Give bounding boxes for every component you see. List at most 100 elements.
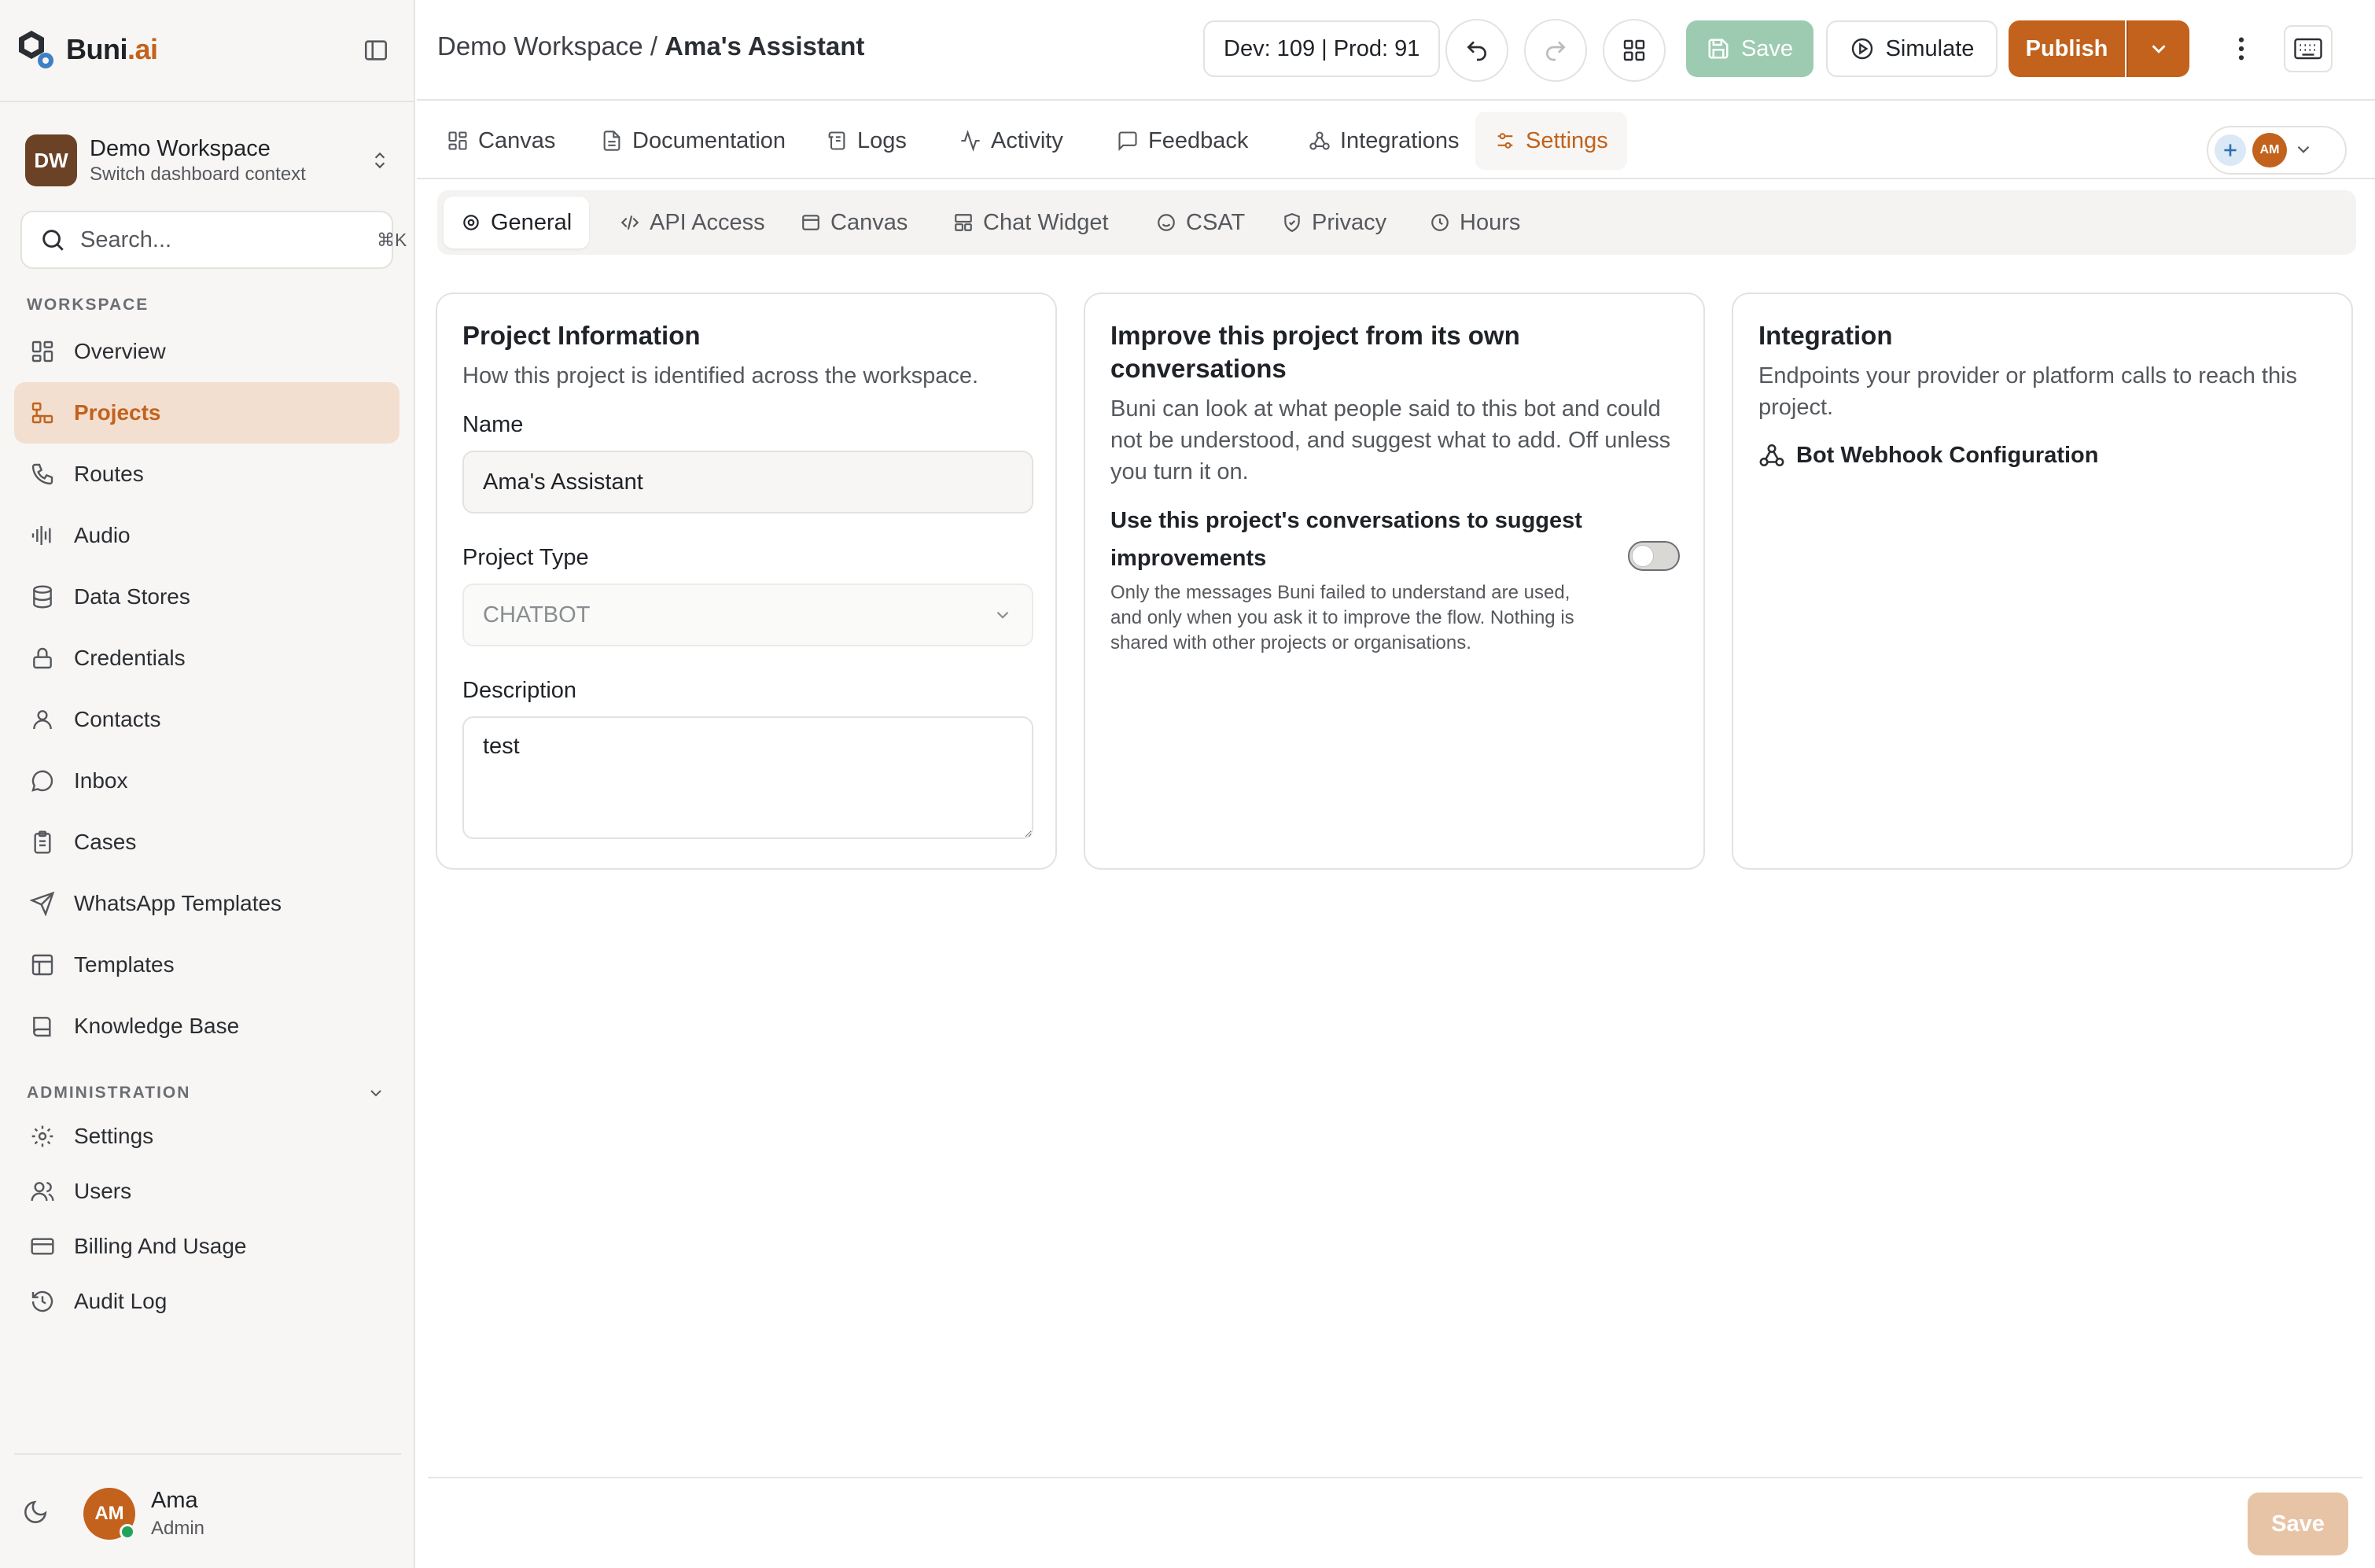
subtab-chat-widget[interactable]: Chat Widget <box>936 197 1126 248</box>
publish-button[interactable]: Publish <box>2009 20 2125 77</box>
user-name: Ama <box>151 1488 198 1513</box>
layout-icon <box>801 212 821 233</box>
sidebar-item-label: Templates <box>74 952 175 977</box>
widget-icon <box>953 212 974 233</box>
sidebar-divider <box>0 101 415 102</box>
credit-card-icon <box>28 1232 57 1261</box>
phone-icon <box>28 460 57 488</box>
chevrons-up-down-icon <box>368 145 392 176</box>
workspace-avatar: DW <box>25 134 77 186</box>
breadcrumb-parent[interactable]: Demo Workspace <box>437 31 643 61</box>
chevron-down-icon <box>2147 37 2171 61</box>
search-shortcut: ⌘K <box>377 229 407 250</box>
sidebar-item-projects[interactable]: Projects <box>14 382 400 444</box>
publish-options-button[interactable] <box>2126 20 2189 77</box>
sidebar-item-routes[interactable]: Routes <box>14 444 400 505</box>
undo-button[interactable] <box>1445 19 1508 82</box>
topbar: Demo Workspace / Ama's Assistant Dev: 10… <box>417 0 2375 101</box>
layout-toggle-button[interactable] <box>1603 19 1666 82</box>
sidebar: Buni.ai DW Demo Workspace Switch dashboa… <box>0 0 415 1568</box>
subtab-hours[interactable]: Hours <box>1412 197 1537 248</box>
moon-icon[interactable] <box>22 1499 50 1527</box>
tab-canvas[interactable]: Canvas <box>428 112 574 170</box>
buni-logo-icon <box>14 28 55 72</box>
grid-icon <box>28 337 57 366</box>
card-title: Integration <box>1758 321 1893 350</box>
subtab-api-access[interactable]: API Access <box>602 197 782 248</box>
toggle-knob <box>1632 545 1654 567</box>
sidebar-item-knowledge-base[interactable]: Knowledge Base <box>14 996 400 1057</box>
tab-feedback[interactable]: Feedback <box>1098 112 1267 170</box>
message-square-icon <box>1117 130 1139 152</box>
save-button[interactable]: Save <box>1686 20 1813 77</box>
webhook-link-label: Bot Webhook Configuration <box>1796 442 2099 468</box>
sidebar-item-label: Cases <box>74 830 137 854</box>
sidebar-item-inbox[interactable]: Inbox <box>14 750 400 812</box>
improvements-toggle[interactable] <box>1628 541 1680 571</box>
workspace-switcher[interactable]: DW Demo Workspace Switch dashboard conte… <box>25 131 392 190</box>
keyboard-shortcuts-icon[interactable] <box>2284 25 2333 72</box>
collaborator-avatar: AM <box>2252 133 2287 167</box>
settings-sliders-icon <box>1494 130 1516 152</box>
subtab-general[interactable]: General <box>444 197 590 248</box>
search-box[interactable]: ⌘K <box>20 211 407 269</box>
tab-label: Documentation <box>632 127 786 153</box>
brand-name: Buni.ai <box>66 33 158 65</box>
tab-integrations[interactable]: Integrations <box>1290 112 1478 170</box>
subtab-label: Hours <box>1460 209 1521 235</box>
sidebar-item-audio[interactable]: Audio <box>14 505 400 566</box>
sidebar-item-overview[interactable]: Overview <box>14 321 400 382</box>
brand[interactable]: Buni.ai <box>14 24 158 75</box>
project-description-textarea[interactable]: test <box>462 716 1033 839</box>
workflow-icon <box>28 399 57 427</box>
collaborators-menu[interactable]: AM <box>2207 126 2347 175</box>
sidebar-collapse-icon[interactable] <box>359 33 393 68</box>
sidebar-item-label: Knowledge Base <box>74 1014 240 1038</box>
sidebar-item-credentials[interactable]: Credentials <box>14 628 400 689</box>
project-name-input[interactable] <box>462 451 1033 513</box>
admin-nav: Settings Users Billing And Usage Audit L… <box>14 1109 400 1329</box>
sidebar-item-templates[interactable]: Templates <box>14 934 400 996</box>
user-icon <box>28 705 57 734</box>
sidebar-item-contacts[interactable]: Contacts <box>14 689 400 750</box>
sidebar-item-cases[interactable]: Cases <box>14 812 400 873</box>
bot-webhook-configuration-link[interactable]: Bot Webhook Configuration <box>1758 442 2326 469</box>
audio-waveform-icon <box>28 521 57 550</box>
search-input[interactable] <box>80 226 377 253</box>
sidebar-item-label: Audit Log <box>74 1289 168 1313</box>
tab-settings[interactable]: Settings <box>1475 112 1627 170</box>
plus-icon[interactable] <box>2215 134 2246 166</box>
redo-button[interactable] <box>1524 19 1587 82</box>
tab-logs[interactable]: Logs <box>807 112 926 170</box>
file-text-icon <box>601 130 623 152</box>
subtab-privacy[interactable]: Privacy <box>1265 197 1404 248</box>
chevron-down-icon <box>2293 139 2315 161</box>
sidebar-item-data-stores[interactable]: Data Stores <box>14 566 400 628</box>
project-information-card: Project Information How this project is … <box>436 293 1057 870</box>
sidebar-item-users[interactable]: Users <box>14 1164 400 1219</box>
simulate-button[interactable]: Simulate <box>1826 20 1998 77</box>
more-options-icon[interactable] <box>2226 31 2257 66</box>
tab-activity[interactable]: Activity <box>941 112 1082 170</box>
sidebar-item-label: Users <box>74 1179 132 1203</box>
footer-save-button[interactable]: Save <box>2248 1493 2348 1555</box>
sidebar-item-audit-log[interactable]: Audit Log <box>14 1274 400 1329</box>
webhook-icon <box>1309 130 1331 152</box>
subtab-label: API Access <box>650 209 765 235</box>
sidebar-item-whatsapp-templates[interactable]: WhatsApp Templates <box>14 873 400 934</box>
sidebar-item-label: Inbox <box>74 768 128 793</box>
chevron-down-icon[interactable] <box>366 1084 388 1106</box>
sidebar-item-billing[interactable]: Billing And Usage <box>14 1219 400 1274</box>
tab-documentation[interactable]: Documentation <box>582 112 805 170</box>
workspace-name: Demo Workspace <box>90 136 271 161</box>
activity-icon <box>959 130 981 152</box>
card-title: Improve this project from its own conver… <box>1110 321 1520 383</box>
integration-card: Integration Endpoints your provider or p… <box>1732 293 2353 870</box>
scroll-icon <box>826 130 848 152</box>
sidebar-item-settings[interactable]: Settings <box>14 1109 400 1164</box>
project-type-value: CHATBOT <box>483 602 591 628</box>
send-icon <box>28 889 57 918</box>
subtab-csat[interactable]: CSAT <box>1139 197 1262 248</box>
subtab-canvas[interactable]: Canvas <box>783 197 925 248</box>
search-icon <box>39 226 66 253</box>
